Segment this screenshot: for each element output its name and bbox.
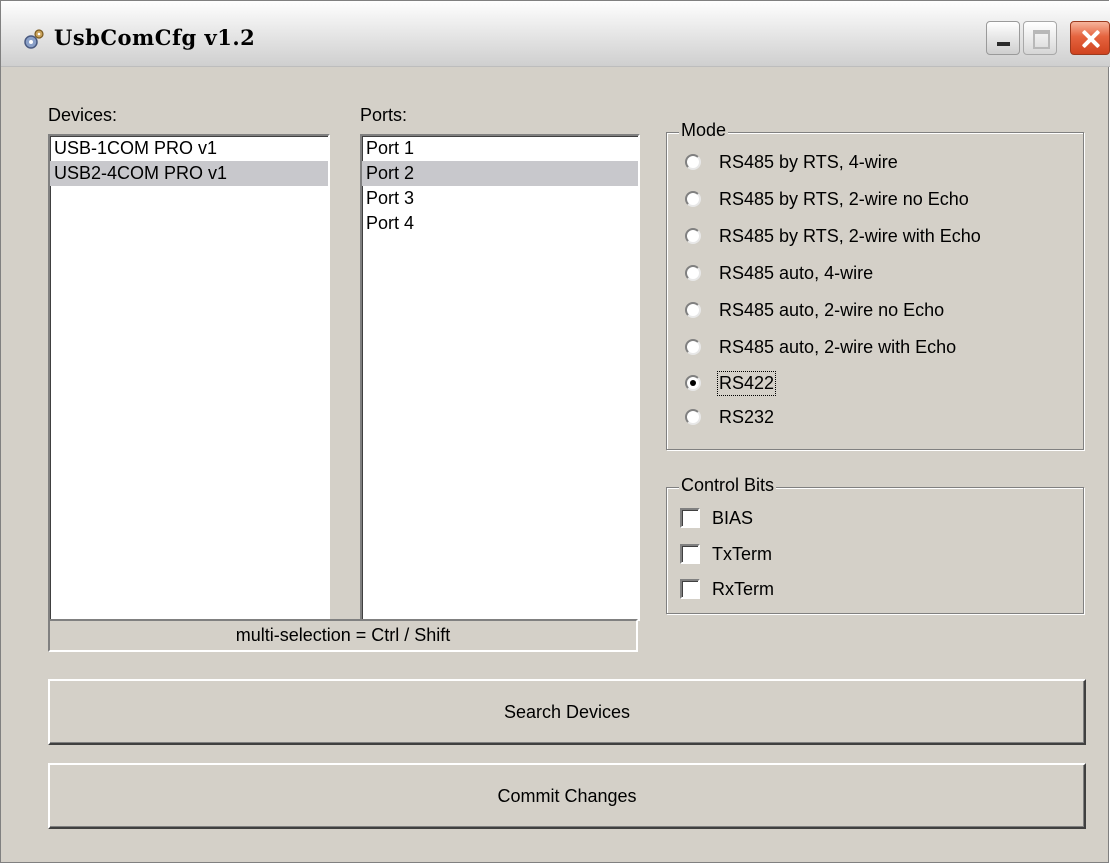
radio-button[interactable] — [685, 154, 701, 170]
mode-option[interactable]: RS485 by RTS, 2-wire with Echo — [685, 221, 981, 251]
mode-option-label: RS485 auto, 2-wire with Echo — [719, 336, 957, 357]
rxterm-checkbox-row[interactable]: RxTerm — [680, 574, 774, 604]
mode-groupbox: Mode RS485 by RTS, 4-wire RS485 by RTS, … — [666, 120, 1084, 450]
app-gear-icon — [24, 29, 44, 49]
checkbox-label: BIAS — [712, 507, 754, 528]
commit-changes-button[interactable]: Commit Changes — [48, 763, 1086, 829]
multi-selection-hint: multi-selection = Ctrl / Shift — [48, 619, 638, 652]
checkbox[interactable] — [680, 544, 700, 564]
device-list-item[interactable]: USB2-4COM PRO v1 — [50, 161, 328, 186]
mode-option-label: RS485 auto, 2-wire no Echo — [719, 299, 945, 320]
radio-button[interactable] — [685, 191, 701, 207]
mode-option-label: RS485 auto, 4-wire — [719, 262, 874, 283]
search-devices-button[interactable]: Search Devices — [48, 679, 1086, 745]
radio-button[interactable] — [685, 302, 701, 318]
checkbox-label: TxTerm — [712, 543, 772, 564]
devices-listbox[interactable]: USB-1COM PRO v1 USB2-4COM PRO v1 — [48, 134, 330, 621]
maximize-button[interactable] — [1023, 21, 1057, 55]
mode-option-label: RS485 by RTS, 2-wire with Echo — [719, 225, 981, 246]
txterm-checkbox-row[interactable]: TxTerm — [680, 539, 772, 569]
mode-option-label: RS422 — [716, 370, 777, 396]
port-list-item[interactable]: Port 1 — [362, 136, 638, 161]
title-bar[interactable]: UsbComCfg v1.2 — [1, 1, 1110, 67]
control-bits-group-title: Control Bits — [679, 475, 777, 496]
mode-option-label: RS485 by RTS, 2-wire no Echo — [719, 188, 969, 209]
ports-listbox[interactable]: Port 1 Port 2 Port 3 Port 4 — [360, 134, 640, 621]
mode-option[interactable]: RS485 by RTS, 4-wire — [685, 147, 898, 177]
bias-checkbox-row[interactable]: BIAS — [680, 503, 753, 533]
control-bits-groupbox: Control Bits BIAS TxTerm RxTerm — [666, 475, 1084, 614]
checkbox[interactable] — [680, 579, 700, 599]
radio-button[interactable] — [685, 265, 701, 281]
port-list-item[interactable]: Port 3 — [362, 186, 638, 211]
mode-group-title: Mode — [679, 120, 729, 141]
window-title: UsbComCfg v1.2 — [54, 25, 256, 50]
radio-button-selected[interactable] — [685, 375, 701, 391]
usbcomcfg-window: UsbComCfg v1.2 Devices: USB-1COM PRO v1 … — [0, 0, 1110, 863]
mode-option[interactable]: RS485 by RTS, 2-wire no Echo — [685, 184, 969, 214]
mode-option[interactable]: RS485 auto, 4-wire — [685, 258, 873, 288]
mode-option[interactable]: RS232 — [685, 402, 774, 432]
device-list-item[interactable]: USB-1COM PRO v1 — [50, 136, 328, 161]
close-button[interactable] — [1070, 21, 1110, 55]
mode-option-rs422[interactable]: RS422 — [685, 368, 777, 398]
mode-option-label: RS485 by RTS, 4-wire — [719, 151, 898, 172]
minimize-button[interactable] — [986, 21, 1020, 55]
ports-label: Ports: — [360, 105, 408, 125]
radio-button[interactable] — [685, 409, 701, 425]
mode-option[interactable]: RS485 auto, 2-wire with Echo — [685, 332, 956, 362]
mode-option[interactable]: RS485 auto, 2-wire no Echo — [685, 295, 944, 325]
mode-option-label: RS232 — [719, 406, 775, 427]
port-list-item[interactable]: Port 2 — [362, 161, 638, 186]
devices-label: Devices: — [48, 105, 118, 125]
radio-button[interactable] — [685, 228, 701, 244]
port-list-item[interactable]: Port 4 — [362, 211, 638, 236]
checkbox[interactable] — [680, 508, 700, 528]
checkbox-label: RxTerm — [712, 578, 774, 599]
radio-button[interactable] — [685, 339, 701, 355]
